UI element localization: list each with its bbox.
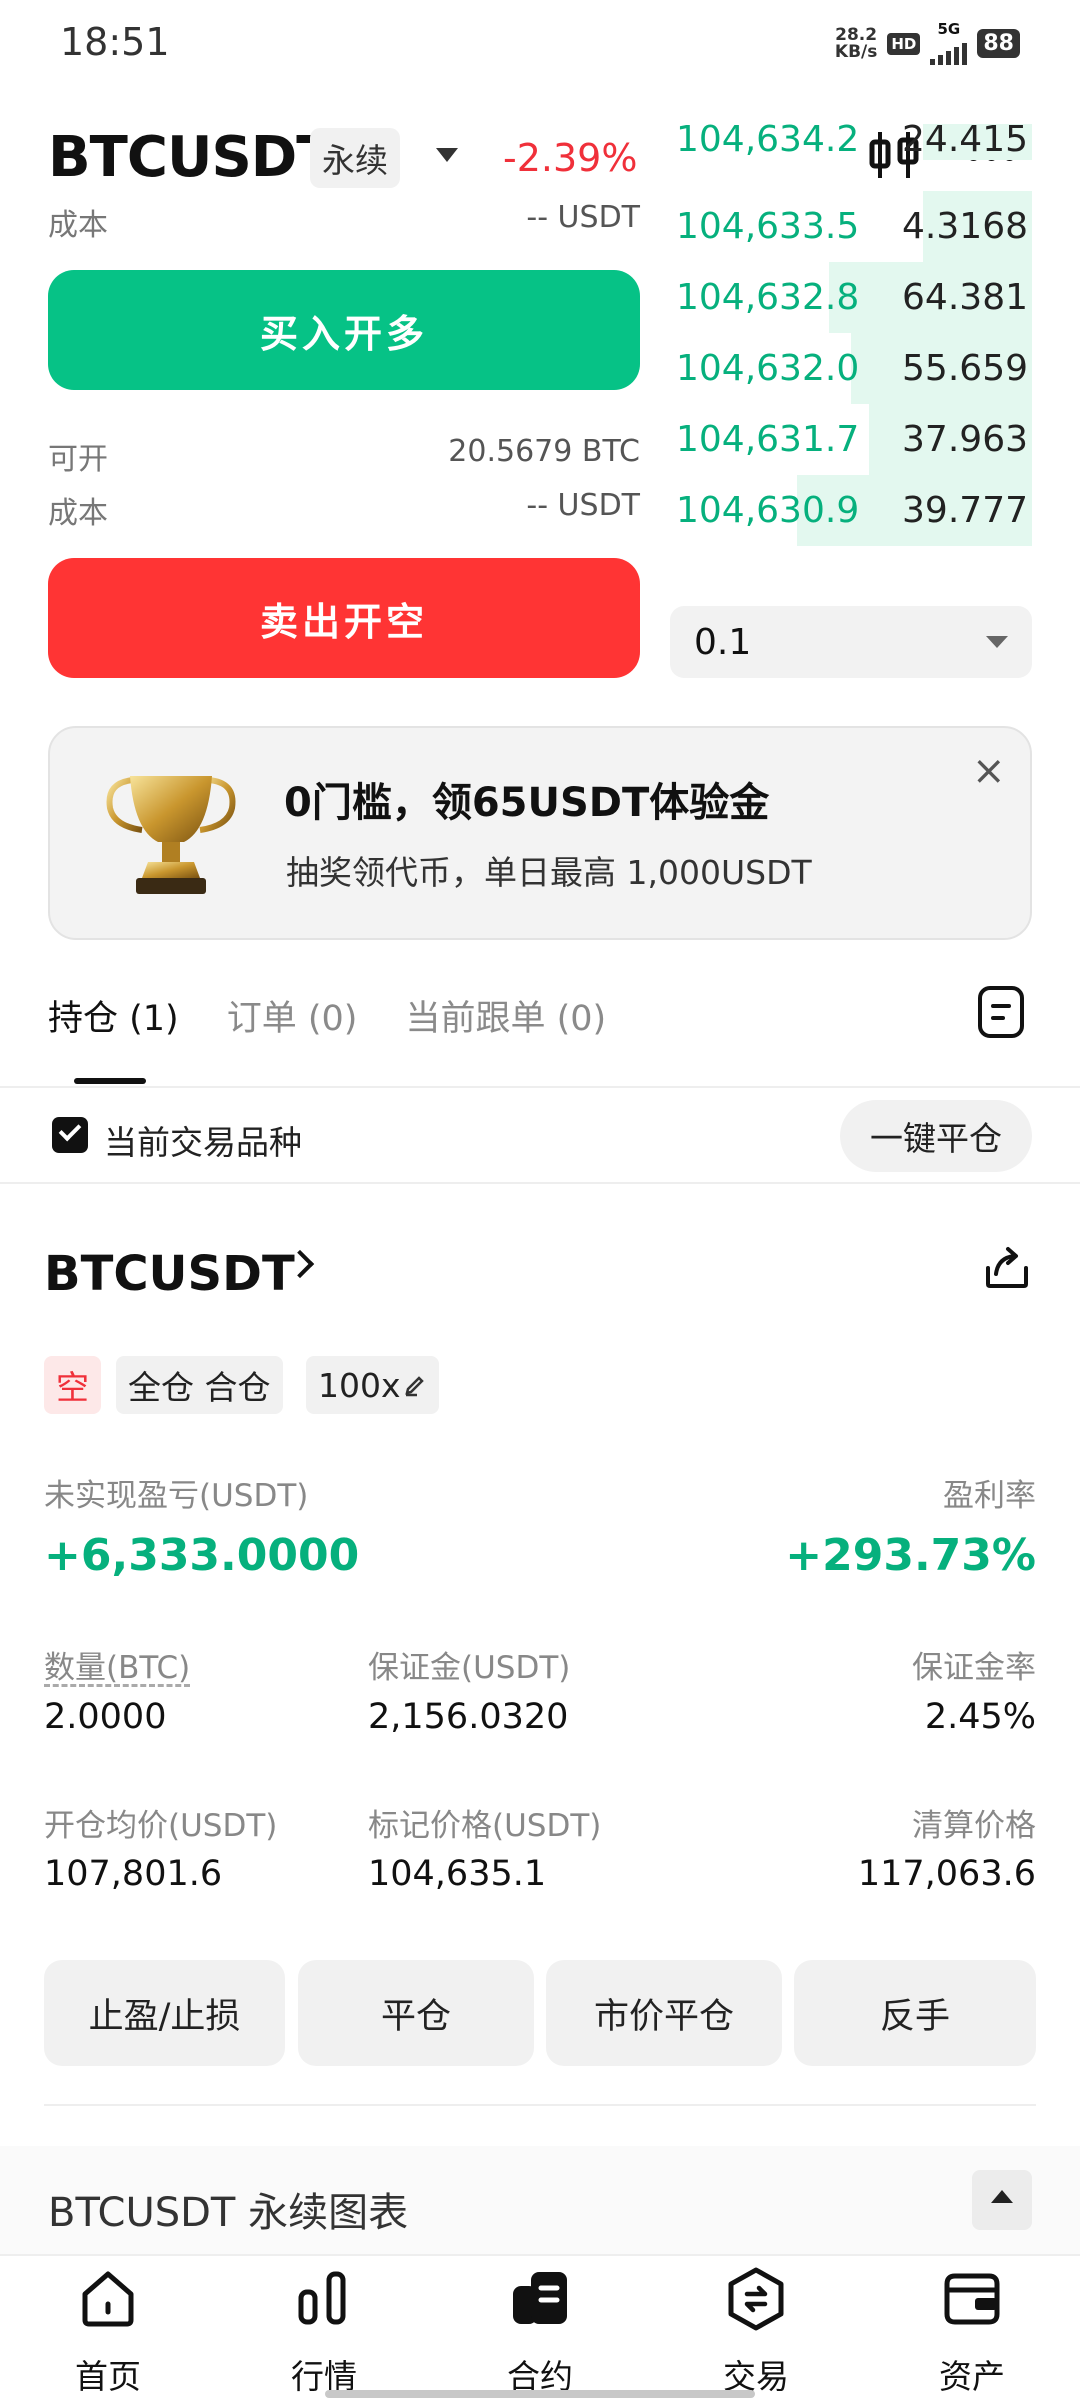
orderbook-qty: 37.963	[902, 419, 1028, 460]
order-history-icon[interactable]	[978, 986, 1024, 1038]
pair-dropdown-icon[interactable]	[436, 148, 458, 162]
orderbook-qty: 4.3168	[902, 206, 1028, 247]
battery-icon: 88	[977, 29, 1020, 58]
divider	[0, 1086, 1080, 1088]
orderbook-row[interactable]: 104,631.7 37.963	[670, 404, 1032, 475]
cost-value: -- USDT	[526, 488, 640, 523]
orderbook-row[interactable]: 104,632.0 55.659	[670, 333, 1032, 404]
nav-markets[interactable]: 行情	[254, 2262, 394, 2400]
promo-title: 0门槛，领65USDT体验金	[284, 780, 770, 826]
wallet-icon	[944, 2273, 1000, 2325]
orderbook-price: 104,630.9	[676, 490, 860, 531]
orderbook-qty: 64.381	[902, 277, 1028, 318]
position-symbol[interactable]: BTCUSDT	[44, 1246, 295, 1302]
nav-home[interactable]: 首页	[38, 2262, 178, 2400]
mark-price-label: 标记价格(USDT)	[368, 1808, 602, 1844]
orderbook-qty: 39.777	[902, 490, 1028, 531]
roe-value: +293.73%	[785, 1530, 1036, 1581]
depth-precision-select[interactable]: 0.1	[670, 606, 1032, 678]
leverage-tag[interactable]: 100x	[306, 1356, 439, 1414]
pair-symbol[interactable]: BTCUSDT	[48, 125, 334, 190]
buy-long-button[interactable]: 买入开多	[48, 270, 640, 390]
orderbook-qty: 24.415	[902, 124, 1028, 160]
margin-ratio-label: 保证金率	[912, 1650, 1036, 1686]
sell-short-button[interactable]: 卖出开空	[48, 558, 640, 678]
margin-ratio-value: 2.45%	[924, 1697, 1036, 1737]
leverage-value: 100x	[318, 1365, 401, 1405]
orderbook-price: 104,631.7	[676, 419, 860, 460]
current-symbol-label: 当前交易品种	[104, 1123, 302, 1162]
tp-sl-button[interactable]: 止盈/止损	[44, 1960, 285, 2066]
liquidation-price-value: 117,063.6	[857, 1854, 1036, 1894]
close-all-button[interactable]: 一键平仓	[840, 1100, 1032, 1172]
nav-home-label: 首页	[75, 2357, 141, 2396]
status-icons: 28.2 KB/s HD 5G 88	[835, 22, 1020, 65]
available-value: 20.5679 BTC	[448, 434, 640, 469]
nav-futures[interactable]: 合约	[470, 2262, 610, 2400]
orderbook-row[interactable]: 104,634.2 24.415	[670, 124, 1032, 160]
orderbook-price: 104,632.0	[676, 348, 860, 389]
network-type: 5G	[937, 20, 961, 38]
futures-icon	[513, 2272, 567, 2324]
status-time: 18:51	[60, 20, 170, 64]
tab-orders[interactable]: 订单 (0)	[227, 990, 358, 1041]
quantity-label[interactable]: 数量(BTC)	[44, 1642, 190, 1687]
net-speed-value: 28.2	[835, 24, 878, 45]
price-change-percent: -2.39%	[503, 136, 638, 180]
promo-subtitle: 抽奖领代币，单日最高 1,000USDT	[286, 853, 812, 892]
orderbook-row[interactable]: 104,632.8 64.381	[670, 262, 1032, 333]
close-position-button[interactable]: 平仓	[298, 1960, 534, 2066]
margin-label: 保证金(USDT)	[368, 1650, 571, 1686]
market-close-button[interactable]: 市价平仓	[546, 1960, 782, 2066]
cost-label-top: 成本	[48, 208, 108, 243]
position-tabs: 持仓 (1) 订单 (0) 当前跟单 (0)	[48, 990, 606, 1041]
home-indicator[interactable]	[325, 2390, 755, 2398]
cost-value-top: -- USDT	[526, 200, 640, 235]
divider	[44, 2104, 1036, 2106]
trade-icon	[728, 2267, 784, 2331]
tab-positions[interactable]: 持仓 (1)	[48, 990, 179, 1041]
chevron-down-icon	[986, 636, 1008, 648]
cost-label: 成本	[48, 496, 108, 531]
unrealized-pnl-value: +6,333.0000	[44, 1530, 360, 1581]
nav-assets[interactable]: 资产	[902, 2262, 1042, 2400]
net-speed: 28.2 KB/s	[834, 24, 878, 62]
net-speed-unit: KB/s	[834, 41, 878, 62]
chevron-up-icon[interactable]	[972, 2170, 1032, 2230]
markets-icon	[298, 2271, 346, 2325]
margin-value: 2,156.0320	[368, 1697, 569, 1737]
margin-mode-tag[interactable]: 全仓 合仓	[116, 1356, 283, 1414]
side-tag: 空	[44, 1356, 101, 1414]
orderbook-row[interactable]: 104,633.5 4.3168	[670, 191, 1032, 262]
nav-assets-label: 资产	[939, 2357, 1005, 2396]
reverse-position-button[interactable]: 反手	[794, 1960, 1036, 2066]
signal-icon: 5G	[930, 20, 968, 65]
home-icon	[82, 2271, 134, 2327]
contract-type-tag[interactable]: 永续	[310, 128, 400, 188]
tab-copy-trades[interactable]: 当前跟单 (0)	[405, 990, 606, 1041]
quantity-value: 2.0000	[44, 1697, 167, 1737]
divider	[0, 1182, 1080, 1184]
orderbook-price: 104,632.8	[676, 277, 860, 318]
unrealized-pnl-label: 未实现盈亏(USDT)	[44, 1478, 309, 1514]
nav-trade[interactable]: 交易	[686, 2262, 826, 2400]
edit-icon	[404, 1376, 424, 1397]
roe-label: 盈利率	[943, 1478, 1036, 1514]
chart-section-title: BTCUSDT 永续图表	[48, 2190, 409, 2236]
hd-icon: HD	[887, 32, 921, 55]
close-icon[interactable]: ×	[972, 748, 1006, 794]
liquidation-price-label: 清算价格	[912, 1808, 1036, 1844]
entry-price-value: 107,801.6	[44, 1854, 223, 1894]
entry-price-label: 开仓均价(USDT)	[44, 1808, 278, 1844]
active-tab-indicator	[74, 1078, 146, 1084]
orderbook-price: 104,633.5	[676, 206, 860, 247]
trophy-icon	[106, 776, 236, 894]
available-label: 可开	[48, 442, 108, 477]
depth-precision-value: 0.1	[694, 621, 752, 663]
orderbook-price: 104,634.2	[676, 124, 860, 160]
share-icon[interactable]	[984, 1244, 1030, 1290]
mark-price-value: 104,635.1	[368, 1854, 547, 1894]
orderbook-row[interactable]: 104,630.9 39.777	[670, 475, 1032, 546]
orderbook-qty: 55.659	[902, 348, 1028, 389]
